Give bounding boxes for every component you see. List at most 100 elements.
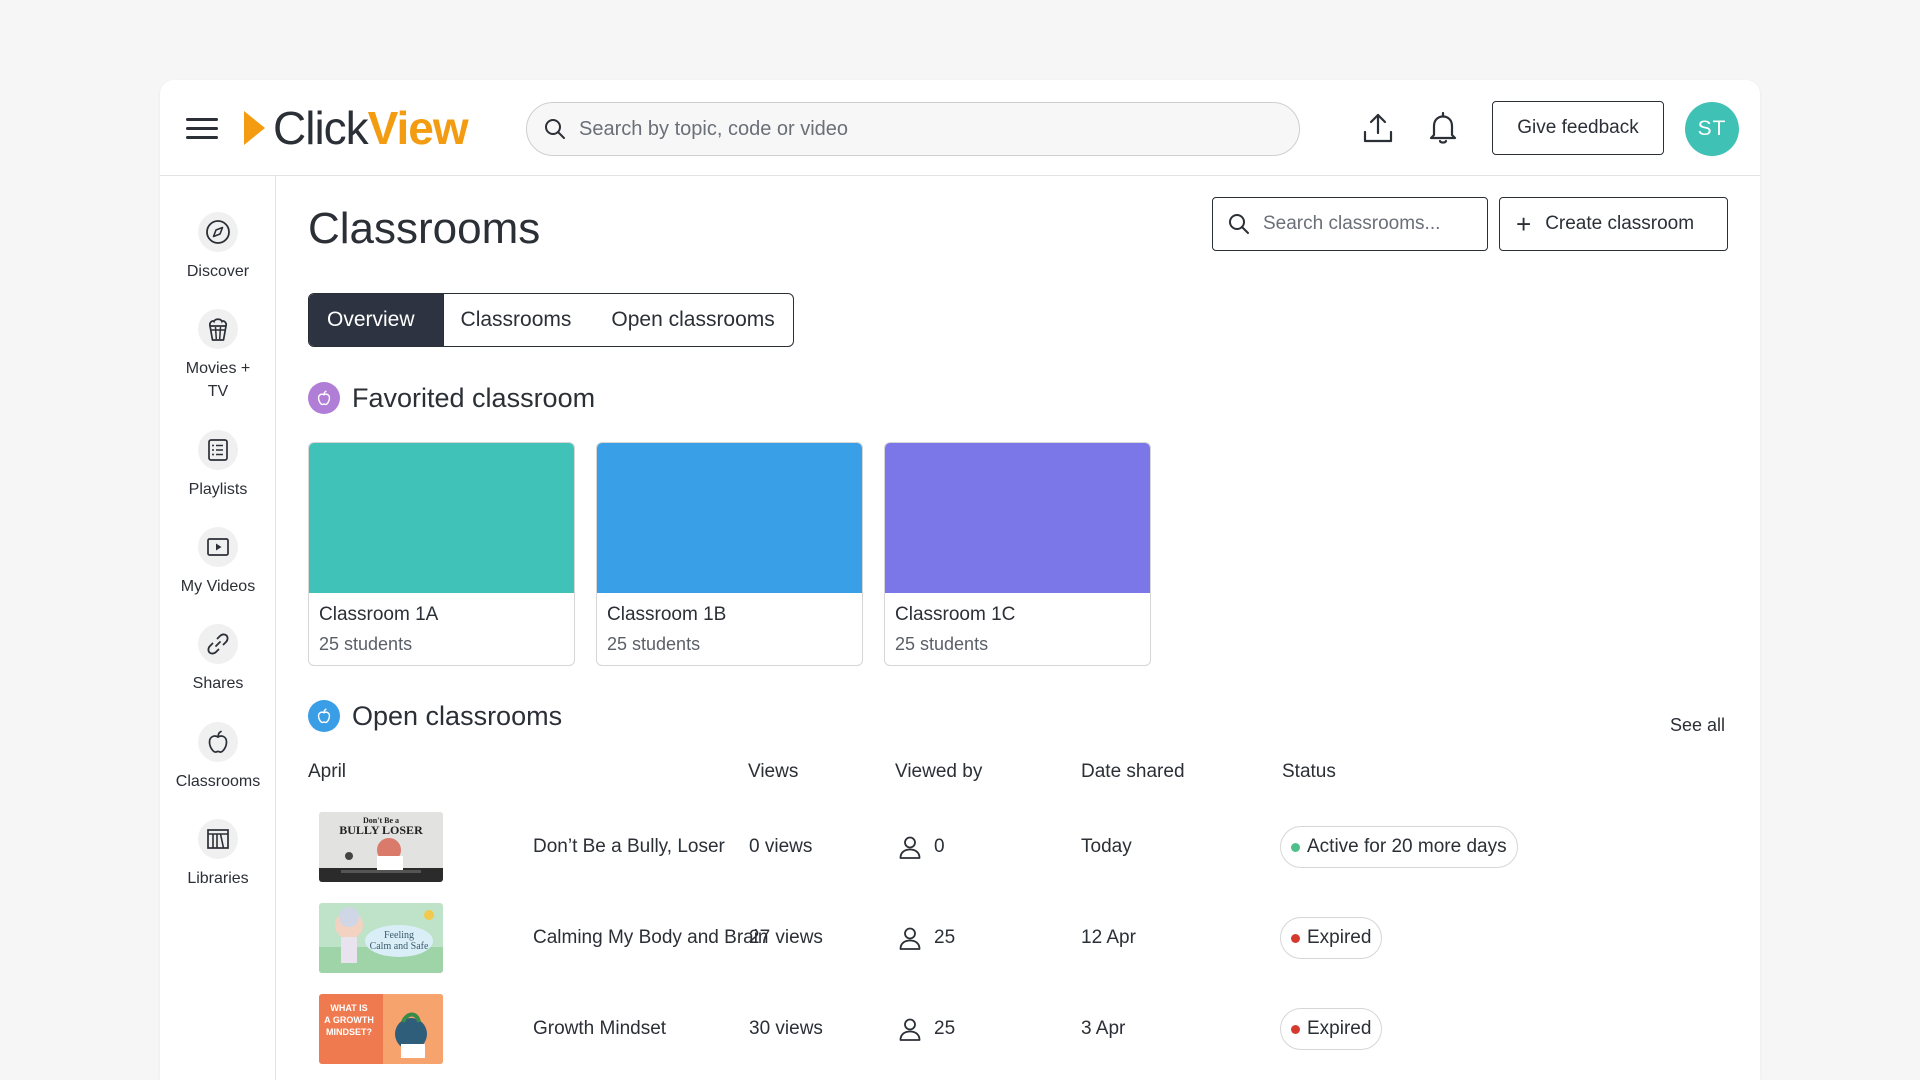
video-views: 27 views [749, 927, 823, 948]
date-shared: 3 Apr [1081, 1018, 1126, 1039]
sidebar-item-libraries[interactable]: Libraries [160, 819, 276, 890]
classroom-card-1a[interactable]: Classroom 1A 25 students [308, 442, 575, 666]
status-label: Expired [1307, 1018, 1372, 1039]
give-feedback-button[interactable]: Give feedback [1492, 101, 1664, 155]
classroom-card-1c[interactable]: Classroom 1C 25 students [884, 442, 1151, 666]
sidebar-item-shares[interactable]: Shares [160, 624, 276, 695]
sidebar-item-label: Movies + TV [185, 360, 251, 400]
sidebar-item-label: Playlists [188, 481, 248, 498]
status-badge: Expired [1280, 917, 1383, 959]
sidebar-item-my-videos[interactable]: My Videos [160, 527, 276, 598]
favorited-apple-icon [308, 382, 340, 414]
sidebar-item-classrooms[interactable]: Classrooms [160, 722, 276, 793]
video-thumbnail[interactable]: Feeling Calm and Safe [319, 903, 443, 973]
table-row[interactable]: Don't Be a BULLY LOSER Don’t Be a Bully,… [308, 812, 1728, 884]
status-dot-icon [1291, 933, 1300, 943]
status-badge: Expired [1280, 1008, 1383, 1050]
video-title[interactable]: Don’t Be a Bully, Loser [533, 836, 725, 858]
status-badge: Active for 20 more days [1280, 826, 1518, 868]
global-search-bar[interactable] [526, 102, 1300, 156]
open-classrooms-section-header: Open classrooms [308, 700, 562, 732]
date-shared: Today [1081, 836, 1132, 857]
create-classroom-button[interactable]: + Create classroom [1499, 197, 1728, 251]
thumbnail-caption: A GROWTH [324, 1015, 374, 1025]
logo-play-icon [244, 111, 265, 145]
logo-text-view: View [367, 102, 469, 154]
classroom-card-name: Classroom 1C [895, 604, 1016, 625]
column-header-status: Status [1282, 761, 1336, 782]
view-tabs: Overview Classrooms Open classrooms [308, 293, 794, 347]
column-header-views: Views [748, 761, 799, 782]
tab-open-classrooms[interactable]: Open classrooms [593, 294, 792, 346]
app-window: ClickView Give feedback ST Discover Movi… [160, 80, 1760, 1080]
person-icon [899, 836, 921, 859]
thumbnail-caption: Calm and Safe [370, 941, 429, 952]
search-icon [545, 119, 565, 139]
video-title[interactable]: Calming My Body and Brain [533, 927, 769, 949]
column-header-month: April [308, 761, 347, 782]
sidebar-item-label: Classrooms [175, 773, 261, 790]
search-icon [1229, 214, 1249, 234]
logo-text-click: Click [273, 102, 369, 154]
see-all-link[interactable]: See all [1670, 715, 1725, 736]
viewed-by-count: 0 [934, 836, 945, 857]
notification-bell-icon[interactable] [1425, 110, 1461, 146]
sidebar-item-movies-tv[interactable]: Movies + TV [160, 309, 276, 403]
thumbnail-caption: WHAT IS [330, 1003, 367, 1013]
classroom-card-cover [885, 443, 1150, 593]
person-icon [899, 927, 921, 950]
hamburger-menu-icon[interactable] [186, 114, 218, 142]
classroom-card-students: 25 students [319, 634, 413, 654]
classroom-card-students: 25 students [895, 634, 989, 654]
tab-classrooms[interactable]: Classrooms [442, 294, 594, 346]
thumbnail-caption: MINDSET? [326, 1027, 372, 1037]
sidebar-item-label: Libraries [187, 870, 249, 887]
sidebar-item-label: Discover [186, 263, 250, 280]
video-title[interactable]: Growth Mindset [533, 1018, 666, 1040]
status-dot-icon [1291, 842, 1300, 852]
open-classrooms-apple-icon [308, 700, 340, 732]
sidebar-item-playlists[interactable]: Playlists [160, 430, 276, 501]
popcorn-icon [198, 309, 238, 349]
column-header-date-shared: Date shared [1081, 761, 1185, 782]
video-thumbnail[interactable]: WHAT IS A GROWTH MINDSET? [319, 994, 443, 1064]
classroom-card-1b[interactable]: Classroom 1B 25 students [596, 442, 863, 666]
classroom-search-input[interactable] [1263, 213, 1463, 235]
table-row[interactable]: WHAT IS A GROWTH MINDSET? Growth Mindset… [308, 994, 1728, 1066]
status-label: Expired [1307, 927, 1372, 948]
classroom-card-students: 25 students [607, 634, 701, 654]
open-classrooms-section-title: Open classrooms [352, 700, 563, 731]
viewed-by-count: 25 [934, 1018, 956, 1039]
list-icon [198, 430, 238, 470]
sidebar-nav: Discover Movies + TV Playlists My Videos… [160, 176, 276, 1080]
person-icon [899, 1018, 921, 1041]
compass-icon [198, 212, 238, 252]
viewed-by-count: 25 [934, 927, 956, 948]
thumbnail-caption: BULLY LOSER [339, 823, 423, 837]
user-avatar[interactable]: ST [1685, 102, 1739, 156]
global-search-input[interactable] [579, 117, 1299, 141]
table-row[interactable]: Feeling Calm and Safe Calming My Body an… [308, 903, 1728, 975]
clickview-logo[interactable]: Click View [244, 102, 469, 154]
favorited-section-header: Favorited classroom [308, 382, 595, 414]
thumbnail-caption: Feeling [384, 930, 414, 941]
page-title: Classrooms [308, 204, 541, 253]
status-dot-icon [1291, 1024, 1300, 1034]
classroom-card-cover [597, 443, 862, 593]
sidebar-item-label: My Videos [180, 578, 256, 595]
classroom-card-name: Classroom 1B [607, 604, 727, 625]
video-thumbnail[interactable]: Don't Be a BULLY LOSER [319, 812, 443, 882]
sidebar-item-discover[interactable]: Discover [160, 212, 276, 283]
date-shared: 12 Apr [1081, 927, 1136, 948]
classroom-search-bar[interactable] [1212, 197, 1488, 251]
plus-icon: + [1516, 209, 1532, 239]
video-views: 0 views [749, 836, 813, 857]
column-header-viewed-by: Viewed by [895, 761, 983, 782]
classroom-card-name: Classroom 1A [319, 604, 439, 625]
favorited-section-title: Favorited classroom [352, 382, 596, 413]
create-classroom-label: Create classroom [1545, 213, 1695, 234]
tab-overview[interactable]: Overview [309, 294, 443, 346]
status-label: Active for 20 more days [1307, 836, 1507, 857]
upload-icon[interactable] [1360, 110, 1396, 146]
video-views: 30 views [749, 1018, 823, 1039]
